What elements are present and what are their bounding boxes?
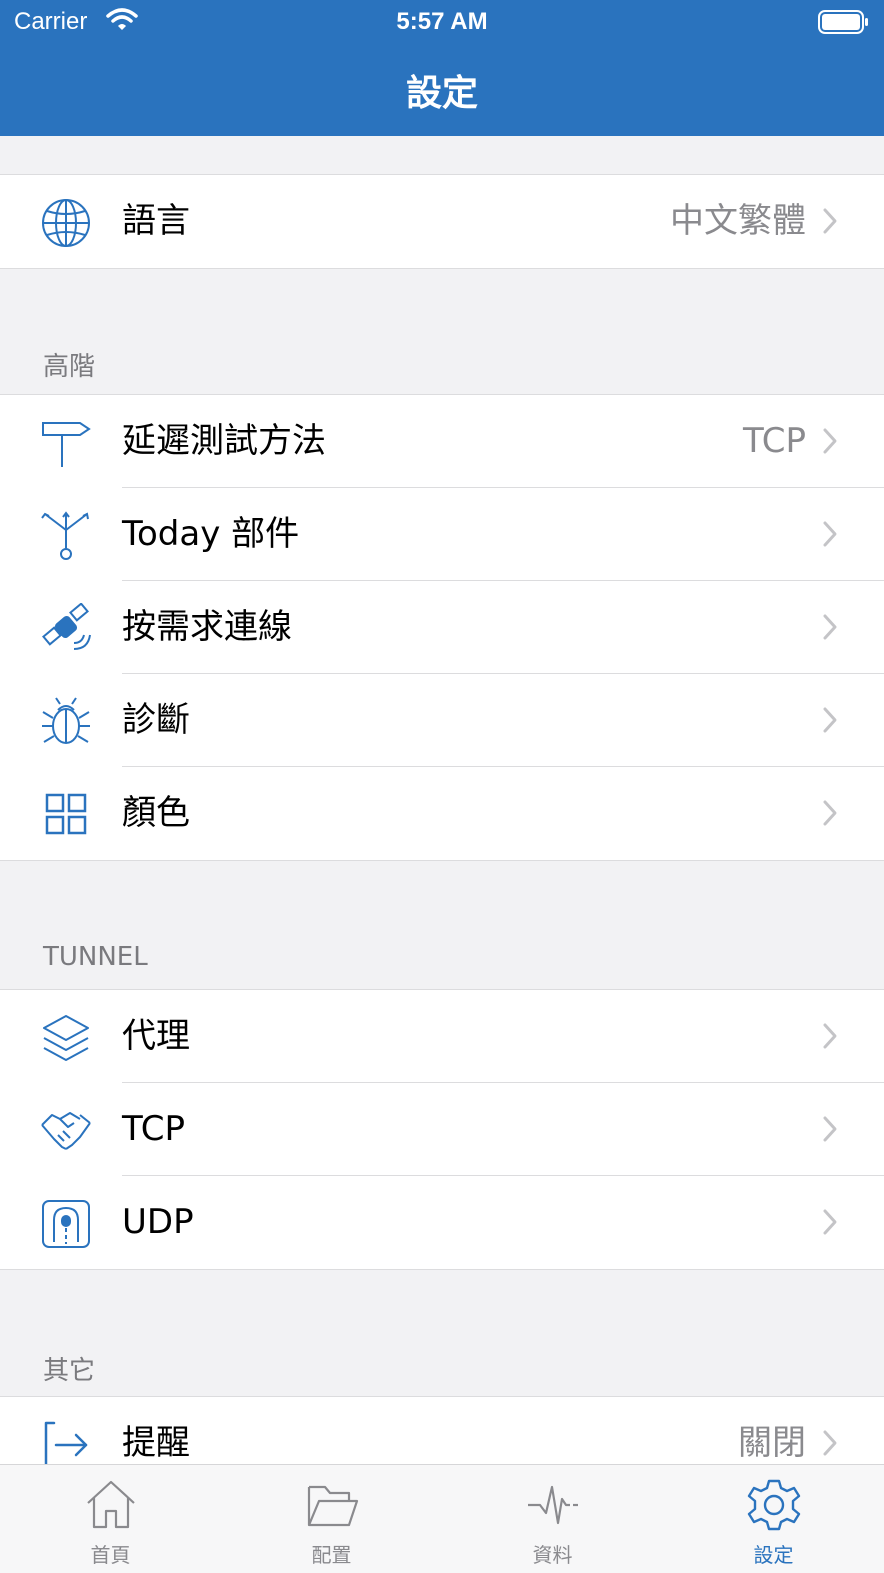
today-widget-label: Today 部件: [122, 514, 300, 554]
handshake-icon: [40, 1105, 92, 1157]
settings-list[interactable]: 語言 中文繁體 高階 延遲測試方法 TCP Today 部件 按需求連線 診斷 …: [0, 136, 884, 1464]
chevron-right-icon: [822, 613, 838, 641]
tab-config[interactable]: 配置: [221, 1465, 442, 1573]
page-title: 設定: [405, 73, 478, 114]
tcp-row[interactable]: TCP: [0, 1083, 884, 1176]
grid-icon: [40, 789, 92, 841]
tcp-label: TCP: [122, 1109, 186, 1149]
color-label: 顏色: [122, 793, 190, 833]
clock: 5:57 AM: [396, 8, 488, 35]
section-header-other: 其它: [43, 1356, 96, 1386]
exit-icon: [40, 1419, 92, 1464]
signpost-icon: [40, 417, 92, 469]
home-icon: [87, 1480, 135, 1529]
language-row[interactable]: 語言 中文繁體: [0, 175, 884, 268]
navigation-bar: 設定: [0, 44, 884, 136]
chevron-right-icon: [822, 1022, 838, 1050]
tab-bar: 首頁 配置 資料 設定: [0, 1464, 884, 1573]
tab-home-label: 首頁: [90, 1543, 131, 1567]
diagnostics-label: 診斷: [122, 700, 190, 740]
on-demand-row[interactable]: 按需求連線: [0, 581, 884, 674]
gear-icon: [747, 1479, 801, 1531]
language-value: 中文繁體: [670, 201, 806, 241]
bug-icon: [40, 696, 92, 748]
tab-settings[interactable]: 設定: [663, 1465, 884, 1573]
section-header-tunnel: TUNNEL: [43, 942, 148, 972]
latency-test-value: TCP: [742, 421, 806, 461]
tab-settings-label: 設定: [753, 1543, 794, 1567]
advanced-group: 延遲測試方法 TCP Today 部件 按需求連線 診斷 顏色: [0, 394, 884, 861]
satellite-icon: [40, 602, 92, 655]
tab-home[interactable]: 首頁: [0, 1465, 221, 1573]
udp-row[interactable]: UDP: [0, 1176, 884, 1269]
color-row[interactable]: 顏色: [0, 767, 884, 860]
latency-test-row[interactable]: 延遲測試方法 TCP: [0, 395, 884, 488]
chevron-right-icon: [822, 520, 838, 548]
chevron-right-icon: [822, 207, 838, 235]
tab-data-label: 資料: [532, 1543, 573, 1567]
reminder-row[interactable]: 提醒 關閉: [0, 1397, 884, 1464]
tunnel-icon: [40, 1198, 92, 1250]
language-group: 語言 中文繁體: [0, 174, 884, 269]
chevron-right-icon: [822, 427, 838, 455]
antenna-icon: [40, 510, 92, 562]
battery-icon: [818, 10, 870, 38]
activity-icon: [528, 1485, 578, 1525]
udp-label: UDP: [122, 1202, 194, 1242]
tunnel-group: 代理 TCP UDP: [0, 989, 884, 1270]
section-header-advanced: 高階: [43, 352, 96, 382]
chevron-right-icon: [822, 799, 838, 827]
globe-icon: [40, 197, 92, 249]
latency-test-label: 延遲測試方法: [122, 421, 326, 461]
chevron-right-icon: [822, 706, 838, 734]
proxy-label: 代理: [122, 1016, 190, 1056]
other-group: 提醒 關閉: [0, 1396, 884, 1464]
folder-icon: [307, 1485, 359, 1527]
diagnostics-row[interactable]: 診斷: [0, 674, 884, 767]
on-demand-label: 按需求連線: [122, 607, 292, 647]
today-widget-row[interactable]: Today 部件: [0, 488, 884, 581]
language-label: 語言: [122, 201, 190, 241]
layers-icon: [40, 1012, 92, 1064]
chevron-right-icon: [822, 1208, 838, 1236]
status-bar: Carrier 5:57 AM: [0, 0, 884, 44]
tab-data[interactable]: 資料: [442, 1465, 663, 1573]
reminder-value: 關閉: [738, 1423, 806, 1463]
chevron-right-icon: [822, 1429, 838, 1457]
reminder-label: 提醒: [122, 1423, 190, 1463]
proxy-row[interactable]: 代理: [0, 990, 884, 1083]
tab-config-label: 配置: [311, 1543, 352, 1567]
chevron-right-icon: [822, 1115, 838, 1143]
